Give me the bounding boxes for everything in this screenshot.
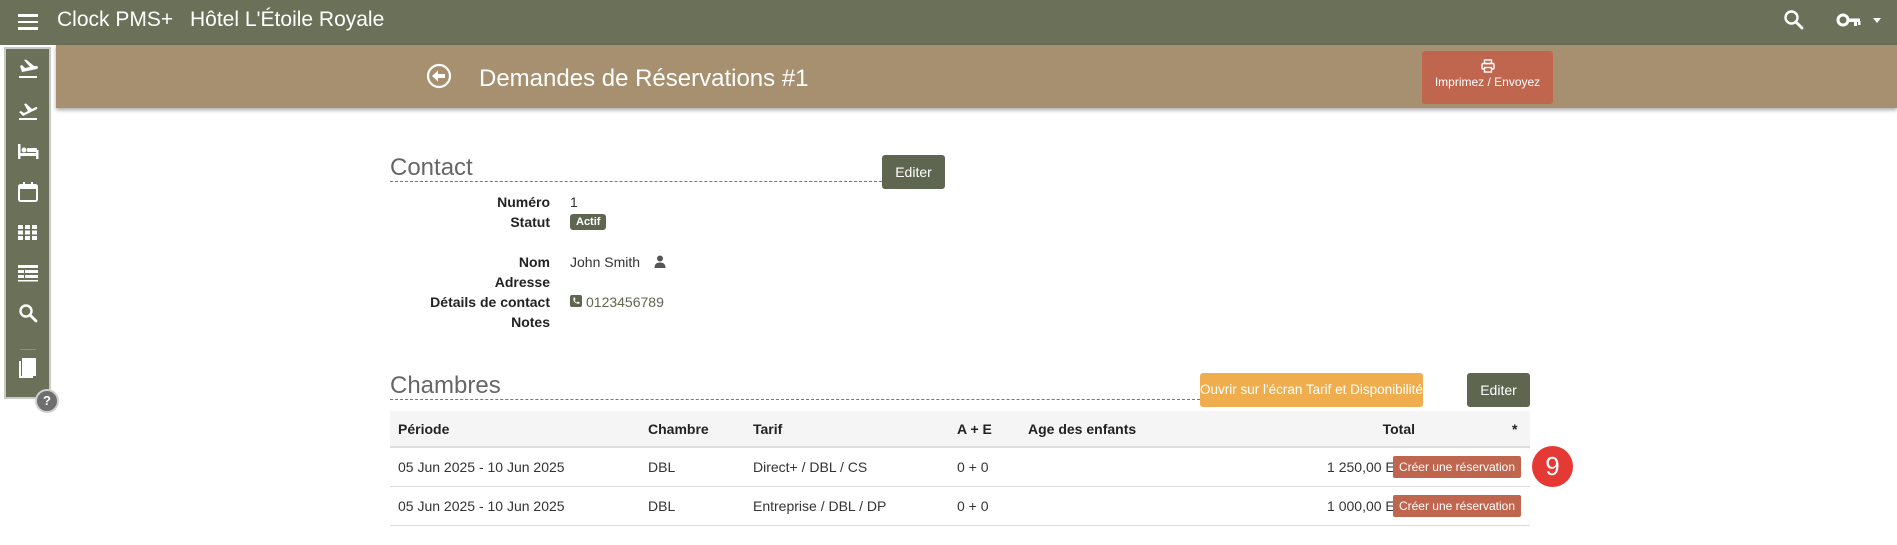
status-badge: Actif (570, 214, 607, 230)
phone-link[interactable]: 0123456789 (586, 294, 664, 310)
print-send-label: Imprimez / Envoyez (1434, 75, 1541, 89)
print-send-button[interactable]: Imprimez / Envoyez (1422, 51, 1553, 104)
phone-icon (570, 295, 582, 307)
bed-icon[interactable] (15, 138, 41, 164)
contact-edit-button[interactable]: Editer (882, 155, 945, 189)
col-total: Total (1382, 421, 1415, 437)
departures-icon[interactable] (15, 98, 41, 124)
arrivals-icon[interactable] (15, 57, 41, 83)
table-row: 05 Jun 2025 - 10 Jun 2025 DBL Entreprise… (390, 487, 1530, 526)
create-reservation-button[interactable]: Créer une réservation (1393, 495, 1521, 517)
col-star: * (1512, 421, 1518, 437)
details-label: Détails de contact (430, 294, 550, 310)
user-icon[interactable] (654, 255, 666, 268)
row-ae: 0 + 0 (957, 498, 989, 514)
numero-label: Numéro (497, 194, 550, 210)
col-age: Age des enfants (1028, 421, 1137, 437)
rooms-title: Chambres (390, 372, 501, 399)
rooms-edit-button[interactable]: Editer (1467, 373, 1530, 407)
app-name[interactable]: Clock PMS+ (57, 8, 173, 32)
bookmark-icon[interactable] (15, 355, 41, 381)
col-ae: A + E (957, 421, 992, 437)
statut-label: Statut (510, 214, 550, 230)
sidebar-divider (20, 349, 36, 350)
row-periode: 05 Jun 2025 - 10 Jun 2025 (398, 459, 565, 475)
col-chambre: Chambre (648, 421, 709, 437)
table-row: 05 Jun 2025 - 10 Jun 2025 DBL Direct+ / … (390, 448, 1530, 487)
numero-value: 1 (570, 194, 578, 210)
col-tarif: Tarif (753, 421, 783, 437)
menu-icon[interactable] (16, 10, 40, 34)
row-ae: 0 + 0 (957, 459, 989, 475)
key-icon[interactable] (1836, 8, 1886, 32)
row-periode: 05 Jun 2025 - 10 Jun 2025 (398, 498, 565, 514)
grid-icon[interactable] (15, 219, 41, 245)
hotel-name: Hôtel L'Étoile Royale (190, 8, 385, 31)
sidebar-search-icon[interactable] (15, 300, 41, 326)
page-header: Demandes de Réservations #1 (56, 45, 1897, 108)
nom-label: Nom (518, 254, 550, 270)
back-icon[interactable] (426, 63, 452, 89)
row-tarif: Direct+ / DBL / CS (753, 459, 868, 475)
help-button[interactable]: ? (35, 389, 59, 413)
calendar-icon[interactable] (15, 179, 41, 205)
col-periode: Période (398, 421, 450, 437)
page-title: Demandes de Réservations #1 (479, 65, 809, 92)
search-icon[interactable] (1782, 8, 1806, 32)
top-bar: Clock PMS+ Hôtel L'Étoile Royale (0, 0, 1897, 45)
step-marker: 9 (1532, 446, 1573, 487)
row-tarif: Entreprise / DBL / DP (753, 498, 887, 514)
nom-value: John Smith (570, 254, 641, 270)
contact-divider (390, 181, 882, 182)
notes-label: Notes (511, 314, 550, 330)
row-chambre: DBL (648, 498, 676, 514)
row-chambre: DBL (648, 459, 676, 475)
sidebar (4, 47, 51, 399)
print-icon (1480, 59, 1495, 73)
table-icon[interactable] (15, 260, 41, 286)
table-header: Période Chambre Tarif A + E Age des enfa… (390, 411, 1530, 448)
caret-down-icon (1873, 18, 1881, 23)
adresse-label: Adresse (494, 274, 550, 290)
rooms-divider (390, 399, 1200, 400)
open-rates-availability-button[interactable]: Ouvrir sur l'écran Tarif et Disponibilit… (1200, 373, 1423, 407)
create-reservation-button[interactable]: Créer une réservation (1393, 456, 1521, 478)
contact-title: Contact (390, 154, 473, 181)
